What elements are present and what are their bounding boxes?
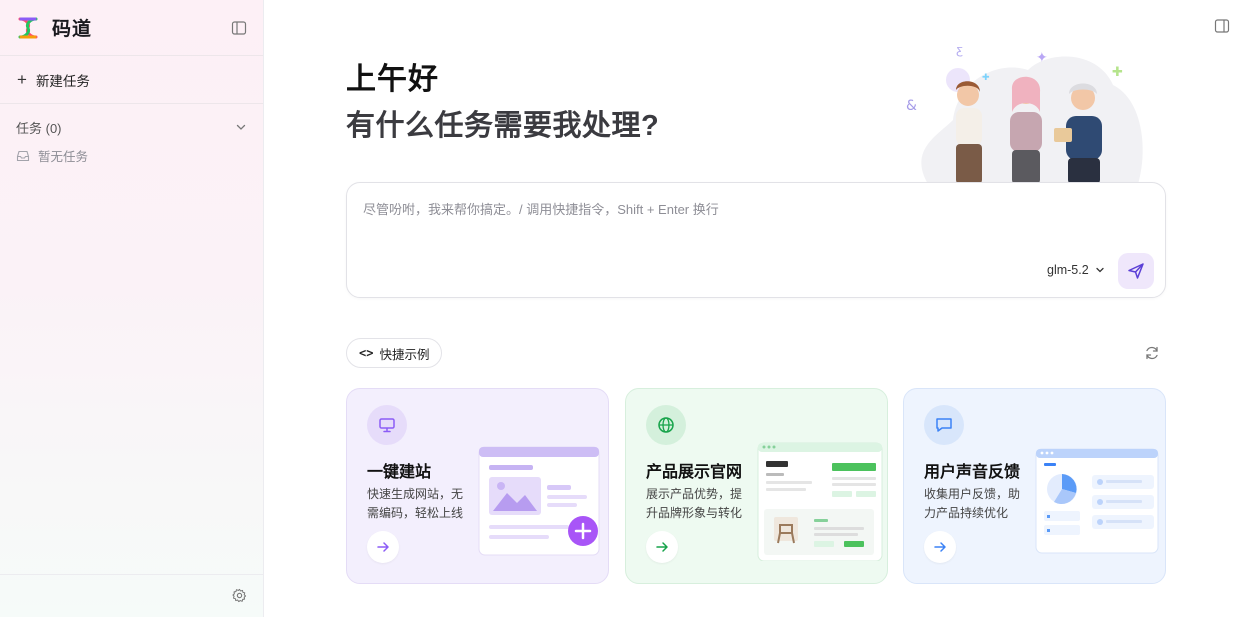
globe-icon — [646, 405, 686, 445]
inbox-icon — [16, 150, 30, 161]
new-task-button[interactable]: + 新建任务 — [0, 56, 263, 104]
example-card-product-site[interactable]: 产品展示官网 展示产品优势，提升品牌形象与转化 — [625, 388, 888, 584]
send-icon — [1128, 263, 1144, 279]
refresh-icon[interactable] — [1144, 345, 1160, 361]
model-name: glm-5.2 — [1047, 263, 1089, 277]
new-task-label: 新建任务 — [35, 73, 90, 89]
model-selector[interactable]: glm-5.2 — [1047, 263, 1105, 277]
greeting-title: 上午好 — [346, 63, 439, 96]
app-name: 码道 — [52, 19, 93, 40]
sidebar: 码道 + 新建任务 任务 (0) 暂无任务 — [0, 0, 264, 617]
svg-text:ƹ: ƹ — [956, 43, 963, 57]
quick-examples-label: 快捷示例 — [379, 347, 430, 362]
plus-icon: + — [17, 70, 27, 89]
example-card-build-site[interactable]: 一键建站 快速生成网站，无需编码，轻松上线 — [346, 388, 609, 584]
code-icon: <> — [359, 346, 374, 360]
arrow-right-icon[interactable] — [367, 531, 399, 563]
sidebar-header: 码道 — [0, 0, 263, 56]
empty-tasks-label: 暂无任务 — [38, 150, 89, 164]
arrow-right-icon[interactable] — [924, 531, 956, 563]
svg-text:✚: ✚ — [982, 73, 990, 83]
chevron-down-icon — [1096, 267, 1104, 273]
product-site-illustration — [757, 442, 883, 561]
task-input[interactable] — [363, 199, 1143, 239]
svg-text:✦: ✦ — [1036, 50, 1048, 66]
card-title: 产品展示官网 — [646, 464, 743, 481]
svg-text:✚: ✚ — [1112, 65, 1123, 80]
card-title: 一键建站 — [367, 464, 432, 481]
team-illustration: & ƹ ✦ ✚ ✚ — [906, 43, 1143, 184]
website-builder-illustration — [478, 446, 600, 556]
card-description: 快速生成网站，无需编码，轻松上线 — [367, 487, 464, 520]
quick-examples-button[interactable]: <> 快捷示例 — [346, 338, 443, 368]
gear-icon[interactable] — [232, 588, 247, 603]
message-icon — [924, 405, 964, 445]
monitor-icon — [367, 405, 407, 445]
empty-tasks: 暂无任务 — [0, 146, 263, 165]
send-button[interactable] — [1118, 253, 1154, 289]
task-composer: glm-5.2 — [346, 182, 1166, 298]
task-group-label: 任务 (0) — [16, 120, 62, 136]
feedback-dashboard-illustration — [1035, 448, 1159, 554]
sidebar-footer — [0, 574, 263, 617]
card-title: 用户声音反馈 — [924, 464, 1021, 481]
panel-toggle-icon[interactable] — [1214, 18, 1230, 34]
task-group-toggle[interactable]: 任务 (0) — [0, 104, 263, 150]
card-description: 展示产品优势，提升品牌形象与转化 — [646, 487, 743, 520]
arrow-right-icon[interactable] — [646, 531, 678, 563]
chevron-down-icon — [236, 124, 246, 130]
app-logo-icon — [18, 17, 38, 38]
svg-text:&: & — [906, 98, 917, 114]
example-card-user-feedback[interactable]: 用户声音反馈 收集用户反馈，助力产品持续优化 — [903, 388, 1166, 584]
card-description: 收集用户反馈，助力产品持续优化 — [924, 487, 1021, 520]
sidebar-collapse-icon[interactable] — [231, 20, 247, 36]
question-subtitle: 有什么任务需要我处理? — [346, 110, 660, 142]
